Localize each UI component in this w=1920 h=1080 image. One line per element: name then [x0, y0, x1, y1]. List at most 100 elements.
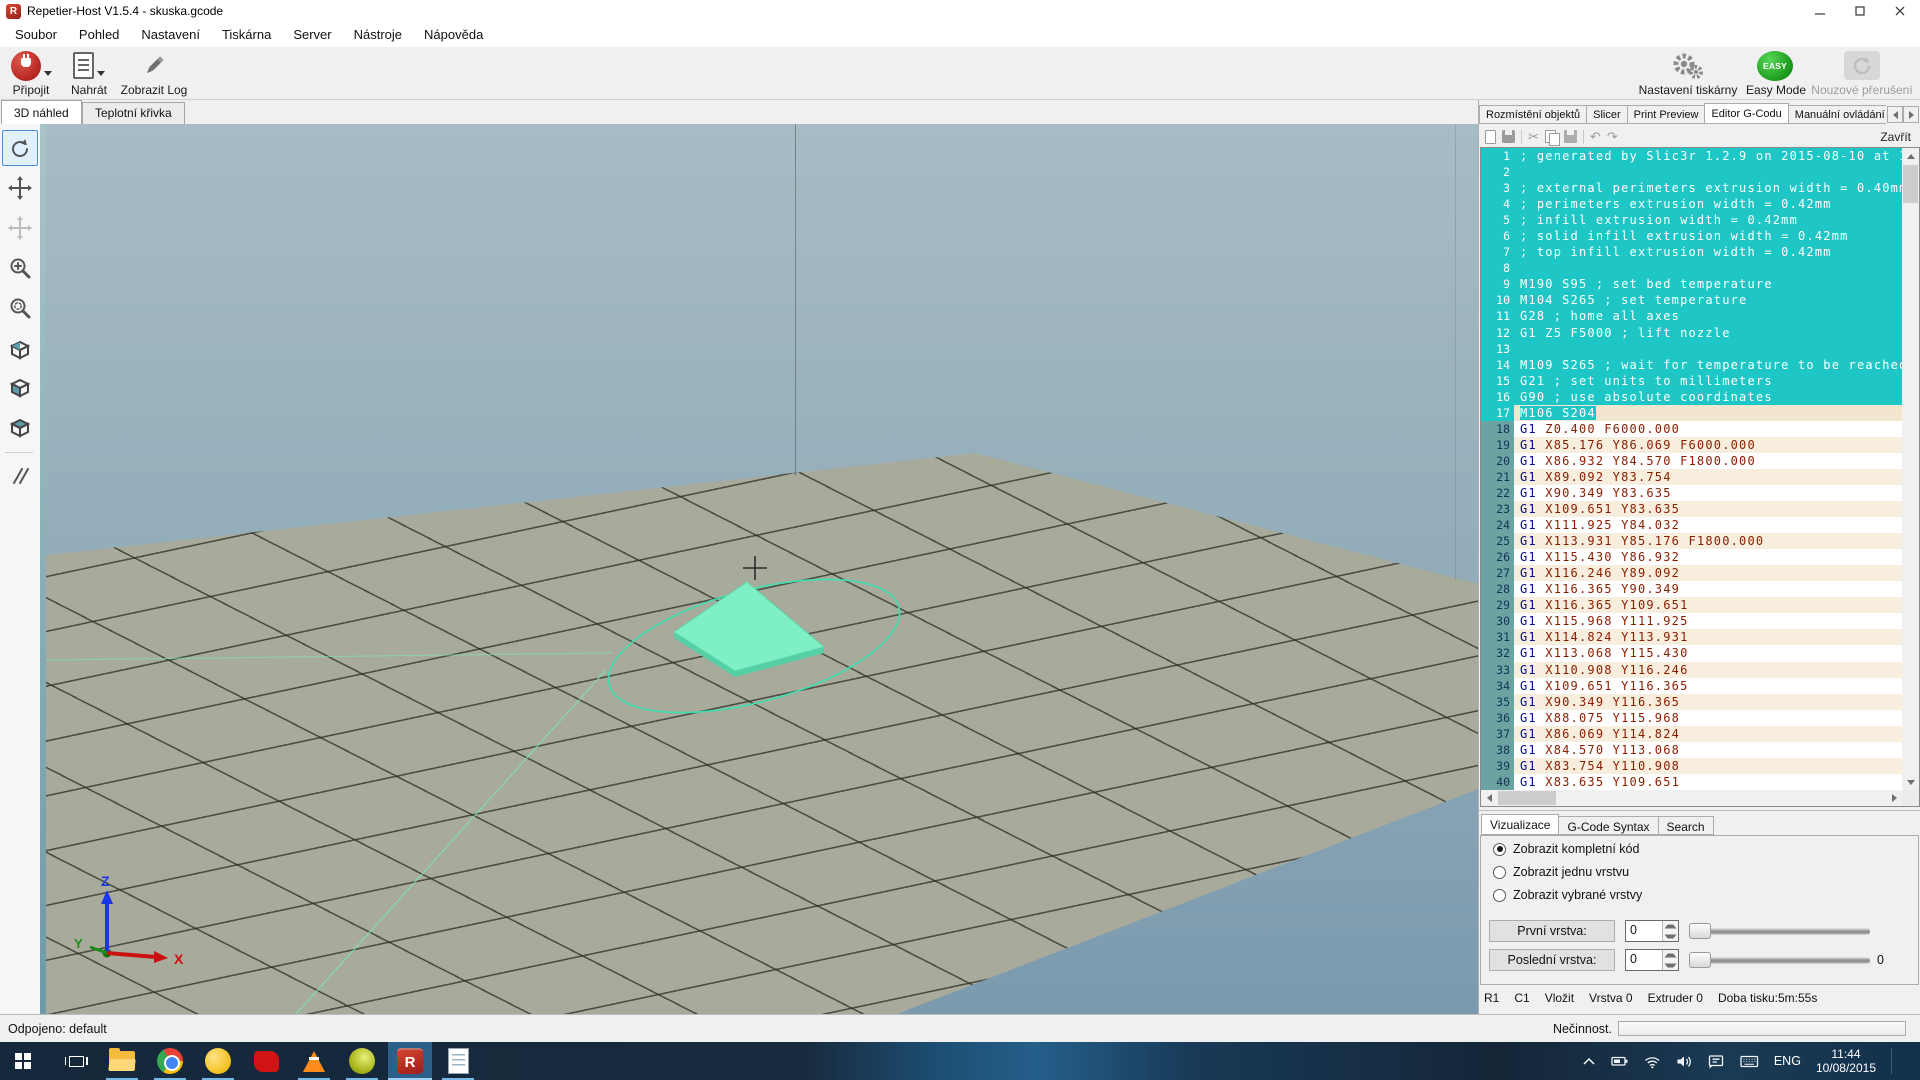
- gcode-line[interactable]: 27G1 X116.246 Y89.092: [1481, 565, 1902, 581]
- connect-button[interactable]: Připojit: [2, 49, 60, 98]
- gcode-line[interactable]: 29G1 X116.365 Y109.651: [1481, 597, 1902, 613]
- minimize-button[interactable]: [1800, 0, 1840, 22]
- taskbar-app-red-app[interactable]: [244, 1042, 288, 1080]
- zoom-in-icon[interactable]: [2, 250, 38, 286]
- editor-hscrollbar[interactable]: [1481, 790, 1902, 806]
- clock[interactable]: 11:44 10/08/2015: [1816, 1047, 1876, 1075]
- last-layer-button[interactable]: Poslední vrstva:: [1489, 949, 1615, 971]
- action-center-icon[interactable]: [1708, 1054, 1725, 1069]
- gcode-lines[interactable]: 1; generated by Slic3r 1.2.9 on 2015-08-…: [1481, 148, 1902, 790]
- first-layer-button[interactable]: První vrstva:: [1489, 920, 1615, 942]
- gcode-line[interactable]: 21G1 X89.092 Y83.754: [1481, 469, 1902, 485]
- scroll-down-button[interactable]: [1902, 774, 1919, 790]
- tab-scroll-left[interactable]: [1887, 106, 1903, 123]
- front-view-icon[interactable]: [2, 370, 38, 406]
- first-layer-slider[interactable]: [1689, 920, 1870, 942]
- gcode-line[interactable]: 20G1 X86.932 Y84.570 F1800.000: [1481, 453, 1902, 469]
- gcode-line[interactable]: 37G1 X86.069 Y114.824: [1481, 726, 1902, 742]
- gcode-line[interactable]: 17M106 S204: [1481, 405, 1902, 421]
- gcode-line[interactable]: 25G1 X113.931 Y85.176 F1800.000: [1481, 533, 1902, 549]
- taskbar-app-notepad[interactable]: [436, 1042, 480, 1080]
- paste-icon[interactable]: [1564, 130, 1577, 143]
- gcode-line[interactable]: 28G1 X116.365 Y90.349: [1481, 581, 1902, 597]
- isometric-view-icon[interactable]: [2, 332, 38, 368]
- task-view-button[interactable]: [54, 1042, 98, 1080]
- radio-show-single-layer[interactable]: Zobrazit jednu vrstvu: [1493, 865, 1629, 879]
- gcode-line[interactable]: 3; external perimeters extrusion width =…: [1481, 180, 1902, 196]
- volume-icon[interactable]: [1676, 1054, 1693, 1069]
- wifi-icon[interactable]: [1644, 1054, 1661, 1069]
- cut-icon[interactable]: ✂: [1528, 130, 1539, 143]
- spin-up-button[interactable]: [1663, 950, 1678, 960]
- gcode-line[interactable]: 35G1 X90.349 Y116.365: [1481, 694, 1902, 710]
- gcode-line[interactable]: 9M190 S95 ; set bed temperature: [1481, 276, 1902, 292]
- easy-mode-button[interactable]: EASY Easy Mode: [1746, 49, 1804, 98]
- vscroll-thumb[interactable]: [1903, 165, 1918, 203]
- taskbar-app-chrome-canary[interactable]: [196, 1042, 240, 1080]
- taskbar-app-file-explorer[interactable]: [100, 1042, 144, 1080]
- gcode-line[interactable]: 11G28 ; home all axes: [1481, 308, 1902, 324]
- radio-icon[interactable]: [1493, 889, 1506, 902]
- radio-icon[interactable]: [1493, 866, 1506, 879]
- top-view-icon[interactable]: [2, 410, 38, 446]
- last-layer-spinner[interactable]: 0: [1625, 949, 1679, 971]
- menu-item-server[interactable]: Server: [282, 22, 342, 47]
- tab-print-preview[interactable]: Print Preview: [1627, 105, 1706, 124]
- viewport-3d[interactable]: Z X Y: [46, 124, 1478, 1014]
- gcode-line[interactable]: 10M104 S265 ; set temperature: [1481, 292, 1902, 308]
- copy-icon[interactable]: [1545, 130, 1558, 144]
- gcode-line[interactable]: 15G21 ; set units to millimeters: [1481, 373, 1902, 389]
- gcode-line[interactable]: 2: [1481, 164, 1902, 180]
- rotate-view-icon[interactable]: [2, 130, 38, 166]
- menu-item-nastroje[interactable]: Nástroje: [343, 22, 413, 47]
- taskbar-app-vlc[interactable]: [292, 1042, 336, 1080]
- last-layer-slider[interactable]: [1689, 949, 1870, 971]
- gcode-line[interactable]: 18G1 Z0.400 F6000.000: [1481, 421, 1902, 437]
- show-desktop-button[interactable]: [1907, 1042, 1912, 1080]
- taskbar-app-slic3r[interactable]: [340, 1042, 384, 1080]
- show-log-button[interactable]: Zobrazit Log: [118, 49, 190, 98]
- move-view-icon[interactable]: [2, 170, 38, 206]
- maximize-button[interactable]: [1840, 0, 1880, 22]
- scroll-left-button[interactable]: [1481, 790, 1497, 806]
- undo-icon[interactable]: ↶: [1590, 130, 1601, 143]
- gcode-line[interactable]: 23G1 X109.651 Y83.635: [1481, 501, 1902, 517]
- radio-show-complete-code[interactable]: Zobrazit kompletní kód: [1493, 842, 1639, 856]
- touch-keyboard-icon[interactable]: [1740, 1054, 1759, 1069]
- tray-chevron-up-icon[interactable]: [1582, 1055, 1596, 1067]
- zoom-fit-icon[interactable]: [2, 290, 38, 326]
- gcode-line[interactable]: 7; top infill extrusion width = 0.42mm: [1481, 244, 1902, 260]
- gcode-line[interactable]: 30G1 X115.968 Y111.925: [1481, 613, 1902, 629]
- gcode-line[interactable]: 38G1 X84.570 Y113.068: [1481, 742, 1902, 758]
- gcode-line[interactable]: 22G1 X90.349 Y83.635: [1481, 485, 1902, 501]
- tab-scroll-right[interactable]: [1903, 106, 1919, 123]
- chevron-down-icon[interactable]: [97, 71, 105, 76]
- menu-item-pohled[interactable]: Pohled: [68, 22, 130, 47]
- gcode-line[interactable]: 40G1 X83.635 Y109.651: [1481, 774, 1902, 790]
- load-button[interactable]: Nahrát: [62, 49, 116, 98]
- scroll-right-button[interactable]: [1886, 790, 1902, 806]
- tab-temperature-curve[interactable]: Teplotní křivka: [82, 102, 185, 124]
- spin-down-button[interactable]: [1663, 960, 1678, 970]
- gcode-line[interactable]: 16G90 ; use absolute coordinates: [1481, 389, 1902, 405]
- menu-item-soubor[interactable]: Soubor: [4, 22, 68, 47]
- gcode-line[interactable]: 14M109 S265 ; wait for temperature to be…: [1481, 357, 1902, 373]
- battery-icon[interactable]: [1611, 1053, 1629, 1069]
- tab-3d-preview[interactable]: 3D náhled: [1, 100, 82, 124]
- tab-search[interactable]: Search: [1658, 816, 1714, 835]
- gcode-line[interactable]: 33G1 X110.908 Y116.246: [1481, 662, 1902, 678]
- taskbar-app-repetier-host[interactable]: R: [388, 1042, 432, 1080]
- language-indicator[interactable]: ENG: [1774, 1054, 1801, 1068]
- tab-slicer[interactable]: Slicer: [1586, 105, 1628, 124]
- tab-manual-control[interactable]: Manuální ovládání: [1788, 105, 1886, 124]
- gcode-line[interactable]: 24G1 X111.925 Y84.032: [1481, 517, 1902, 533]
- gcode-line[interactable]: 32G1 X113.068 Y115.430: [1481, 645, 1902, 661]
- gcode-line[interactable]: 4; perimeters extrusion width = 0.42mm: [1481, 196, 1902, 212]
- slider-thumb[interactable]: [1689, 952, 1711, 968]
- save-icon[interactable]: [1502, 130, 1515, 143]
- scroll-up-button[interactable]: [1902, 148, 1919, 164]
- gcode-line[interactable]: 34G1 X109.651 Y116.365: [1481, 678, 1902, 694]
- printer-settings-button[interactable]: Nastavení tiskárny: [1632, 49, 1744, 98]
- start-button[interactable]: [0, 1042, 46, 1080]
- redo-icon[interactable]: ↷: [1607, 130, 1618, 143]
